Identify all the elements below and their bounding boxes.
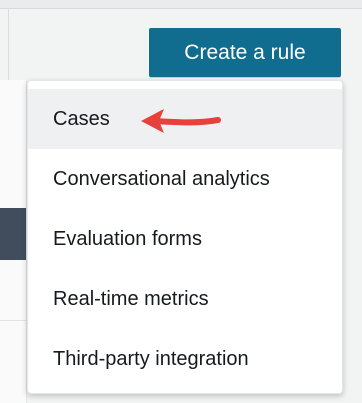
menu-item-evaluation-forms[interactable]: Evaluation forms: [28, 209, 342, 269]
menu-item-real-time-metrics[interactable]: Real-time metrics: [28, 269, 342, 329]
red-arrow-icon: [141, 109, 221, 133]
arrow-shaft: [151, 117, 221, 126]
menu-item-third-party-integration[interactable]: Third-party integration: [28, 329, 342, 389]
left-panel-divider: [0, 320, 26, 321]
left-dark-block: [0, 208, 26, 260]
menu-item-conversational-analytics[interactable]: Conversational analytics: [28, 149, 342, 209]
top-border: [0, 0, 362, 9]
create-rule-button[interactable]: Create a rule: [149, 28, 341, 77]
